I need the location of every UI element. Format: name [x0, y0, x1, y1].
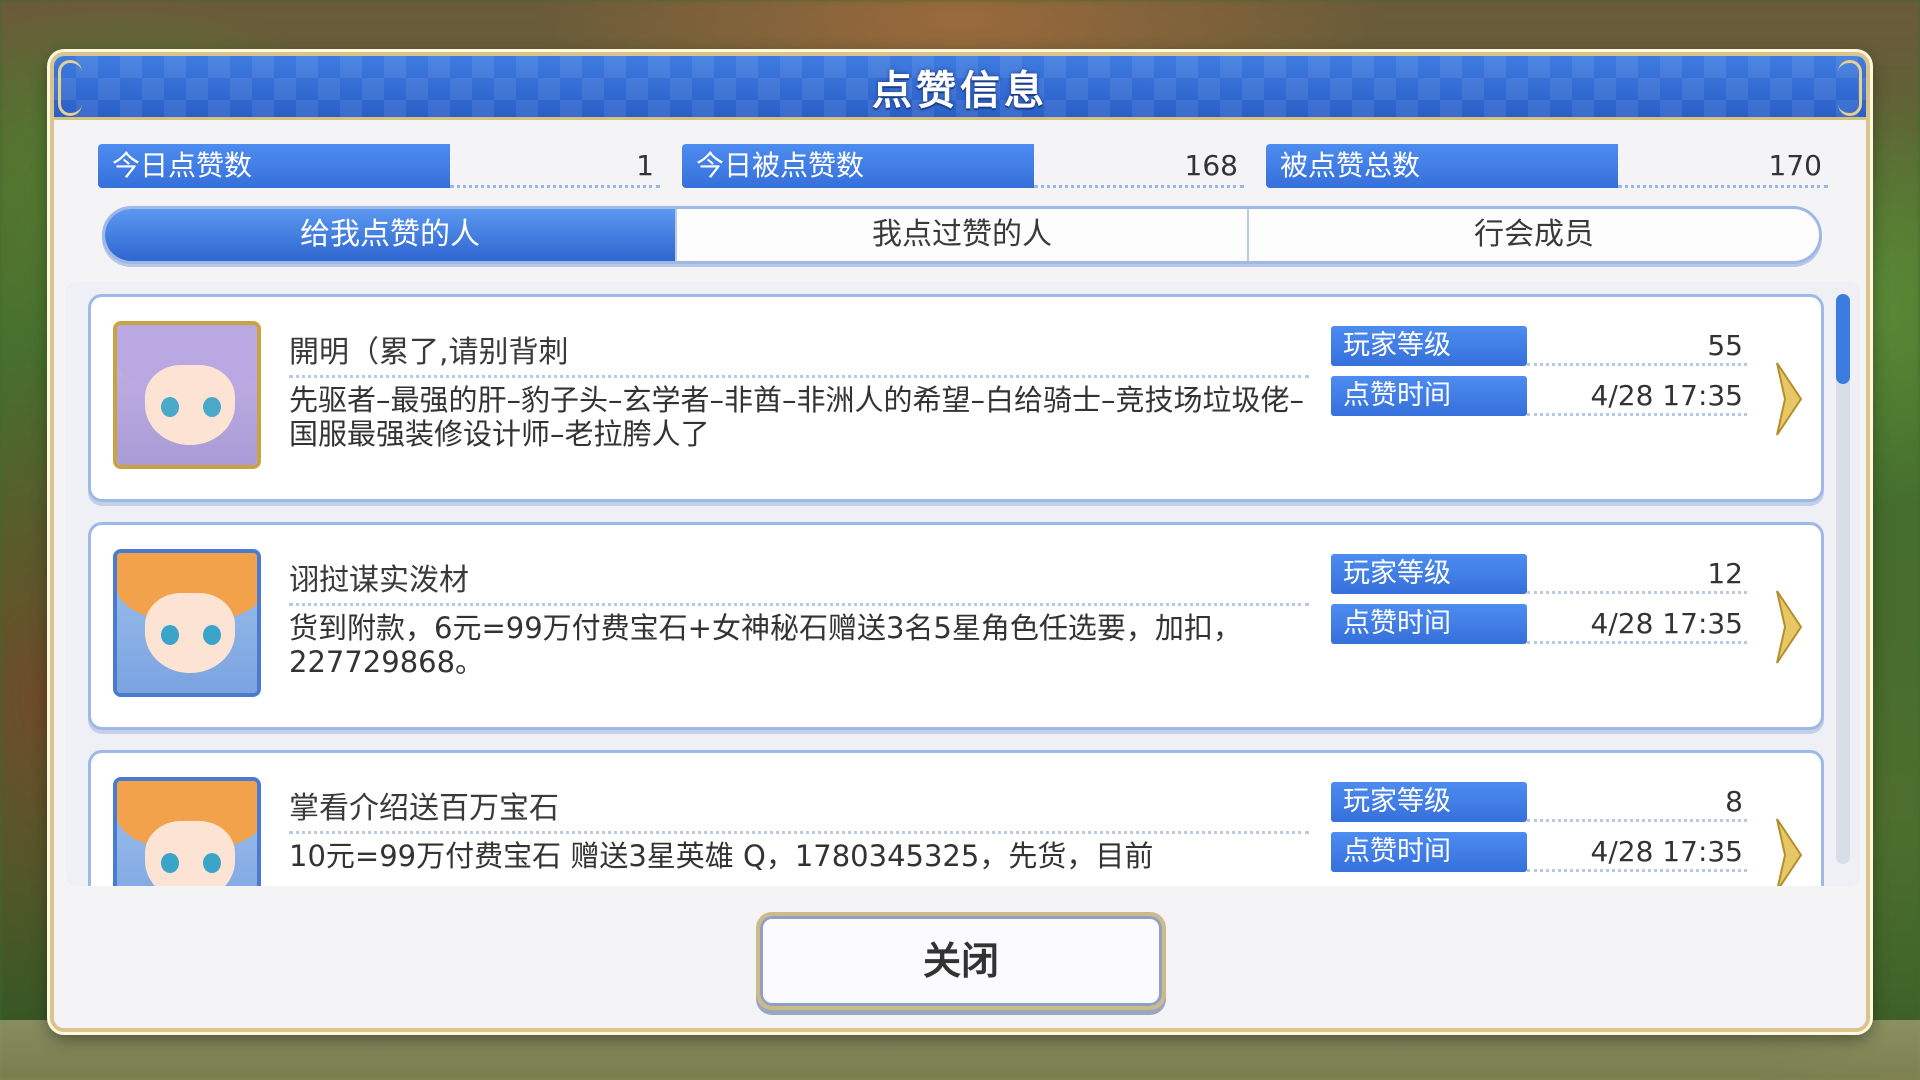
- scrollbar[interactable]: [1836, 294, 1850, 864]
- orange-hair-character-avatar: [113, 549, 261, 697]
- chevron-right-icon[interactable]: [1775, 589, 1803, 665]
- player-name: 诩挝谋实泼材: [289, 555, 1309, 606]
- stat-today-received: 今日被点赞数 168: [682, 144, 1244, 188]
- orange-hair-character-avatar: [113, 777, 261, 886]
- stat-value: 168: [1034, 144, 1244, 188]
- level-value: 8: [1527, 782, 1747, 822]
- purple-hair-character-avatar: [113, 321, 261, 469]
- time-value: 4/28 17:35: [1527, 832, 1747, 872]
- player-description: 货到附款，6元=99万付费宝石+女神秘石赠送3名5星角色任选要，加扣，22772…: [289, 611, 1242, 679]
- chevron-right-icon[interactable]: [1775, 817, 1803, 886]
- header-ornament-right: [1838, 60, 1862, 116]
- level-label: 玩家等级: [1331, 326, 1527, 366]
- stat-total-received: 被点赞总数 170: [1266, 144, 1828, 188]
- dialog-title: 点赞信息: [872, 67, 1048, 114]
- player-description: 先驱者–最强的肝–豹子头–玄学者–非酋–非洲人的希望–白给骑士–竞技场垃圾佬–国…: [289, 383, 1305, 451]
- time-label: 点赞时间: [1331, 376, 1527, 416]
- list-item[interactable]: 诩挝谋实泼材 货到附款，6元=99万付费宝石+女神秘石赠送3名5星角色任选要，加…: [88, 522, 1824, 730]
- close-button[interactable]: 关闭: [756, 912, 1166, 1010]
- likes-info-dialog: 点赞信息 今日点赞数 1 今日被点赞数 168 被点赞总数 170 给我点赞的人…: [50, 52, 1870, 1032]
- tab-i-liked[interactable]: 我点过赞的人: [675, 209, 1247, 261]
- scrollbar-thumb[interactable]: [1836, 294, 1850, 384]
- level-row: 玩家等级 8: [1331, 781, 1747, 823]
- stat-value: 1: [450, 144, 660, 188]
- time-label: 点赞时间: [1331, 604, 1527, 644]
- level-row: 玩家等级 12: [1331, 553, 1747, 595]
- level-value: 12: [1527, 554, 1747, 594]
- time-row: 点赞时间 4/28 17:35: [1331, 603, 1747, 645]
- tab-guild-members[interactable]: 行会成员: [1247, 209, 1819, 261]
- list-item[interactable]: 掌看介绍送百万宝石 10元=99万付费宝石 赠送3星英雄 Q，178034532…: [88, 750, 1824, 886]
- chevron-right-icon[interactable]: [1775, 361, 1803, 437]
- entry-list[interactable]: 開明（累了,请别背刺 先驱者–最强的肝–豹子头–玄学者–非酋–非洲人的希望–白给…: [66, 282, 1860, 886]
- stat-value: 170: [1618, 144, 1828, 188]
- tab-liked-me[interactable]: 给我点赞的人: [105, 209, 675, 261]
- header-ornament-left: [58, 60, 82, 116]
- player-name: 開明（累了,请别背刺: [289, 327, 1309, 378]
- time-value: 4/28 17:35: [1527, 376, 1747, 416]
- list-item[interactable]: 開明（累了,请别背刺 先驱者–最强的肝–豹子头–玄学者–非酋–非洲人的希望–白给…: [88, 294, 1824, 502]
- stats-row: 今日点赞数 1 今日被点赞数 168 被点赞总数 170: [98, 144, 1828, 188]
- tab-bar: 给我点赞的人 我点过赞的人 行会成员: [102, 206, 1822, 264]
- level-label: 玩家等级: [1331, 554, 1527, 594]
- level-label: 玩家等级: [1331, 782, 1527, 822]
- stat-today-likes: 今日点赞数 1: [98, 144, 660, 188]
- level-row: 玩家等级 55: [1331, 325, 1747, 367]
- stat-label: 被点赞总数: [1266, 144, 1618, 188]
- time-value: 4/28 17:35: [1527, 604, 1747, 644]
- time-label: 点赞时间: [1331, 832, 1527, 872]
- time-row: 点赞时间 4/28 17:35: [1331, 831, 1747, 873]
- level-value: 55: [1527, 326, 1747, 366]
- player-name: 掌看介绍送百万宝石: [289, 783, 1309, 834]
- time-row: 点赞时间 4/28 17:35: [1331, 375, 1747, 417]
- player-description: 10元=99万付费宝石 赠送3星英雄 Q，1780345325，先货，目前: [289, 839, 1154, 873]
- stat-label: 今日被点赞数: [682, 144, 1034, 188]
- dialog-header: 点赞信息: [54, 56, 1866, 120]
- stat-label: 今日点赞数: [98, 144, 450, 188]
